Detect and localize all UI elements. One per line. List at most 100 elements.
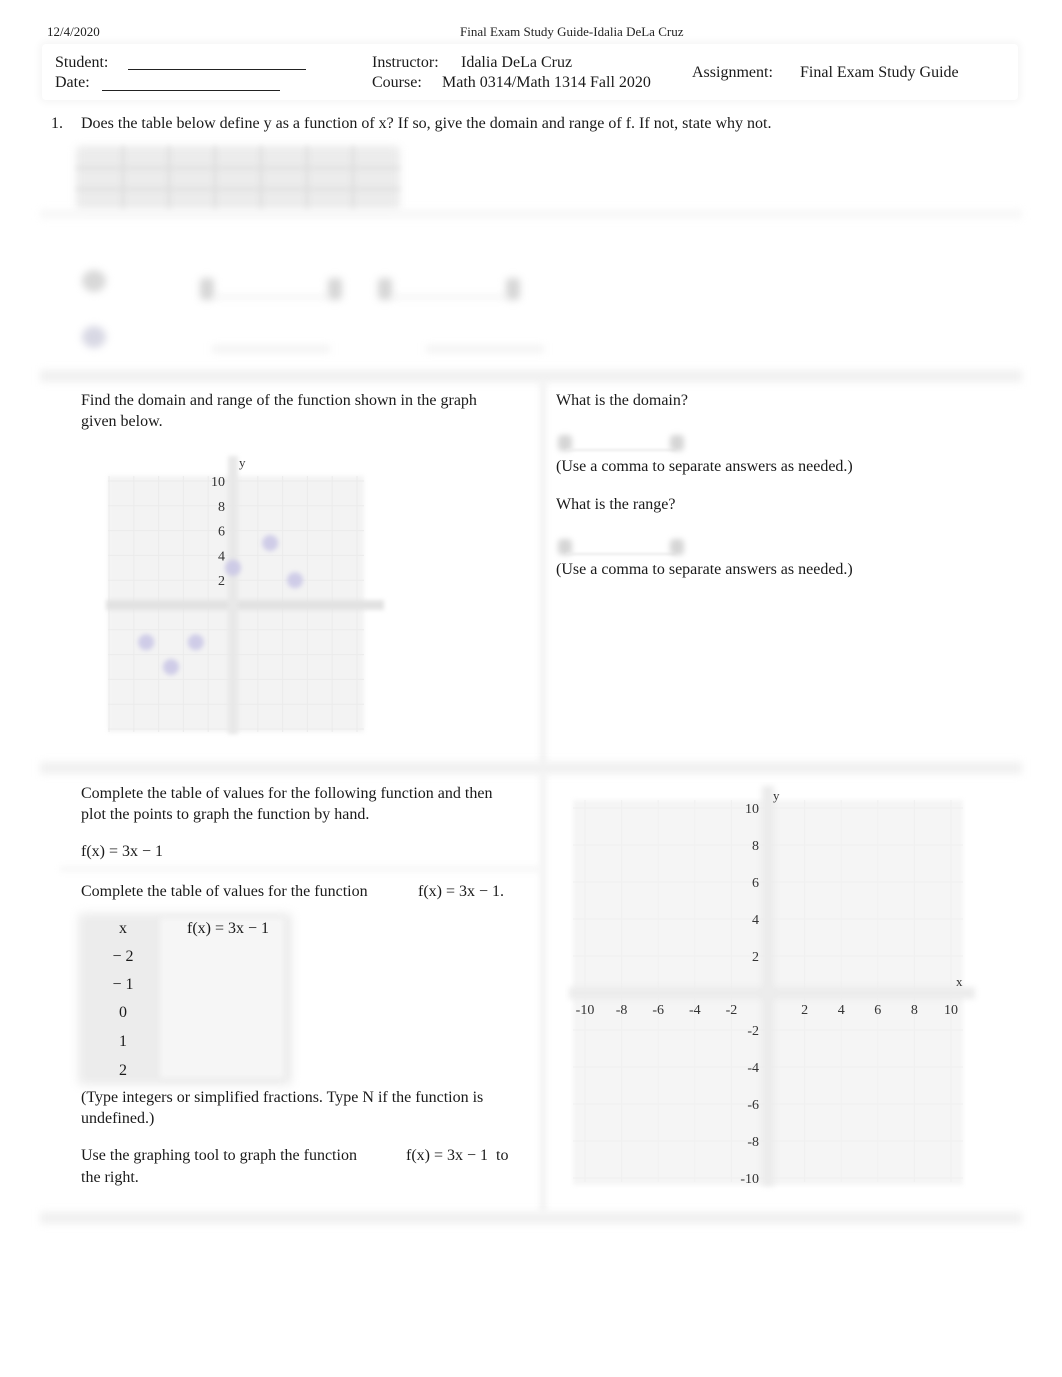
option-a-radio[interactable]	[82, 270, 106, 292]
y-axis	[228, 456, 238, 734]
y-tick-label: 6	[218, 525, 225, 540]
section-divider	[40, 370, 1022, 382]
x-value: 0	[119, 1004, 127, 1021]
x-value: 1	[119, 1033, 127, 1050]
table-row: 1	[80, 1028, 290, 1057]
x-tick-label: 4	[838, 1003, 845, 1018]
data-point	[138, 634, 155, 651]
x-tick-label: -4	[689, 1003, 701, 1018]
data-point	[262, 535, 279, 551]
section-divider	[40, 1212, 1022, 1224]
option-b-radio[interactable]	[82, 326, 106, 348]
question-3-prompt: Complete the table of values for the fol…	[81, 785, 493, 823]
table-prompt: Complete the table of values for the fun…	[81, 883, 368, 900]
x-value: 2	[119, 1062, 127, 1079]
x-tick-label: -2	[726, 1003, 738, 1018]
range-question: What is the range?	[556, 496, 676, 513]
course-value: Math 0314/Math 1314 Fall 2020	[442, 74, 651, 91]
y-tick-label: 2	[752, 950, 759, 965]
course-label: Course:	[372, 74, 422, 91]
student-field[interactable]	[128, 55, 306, 70]
table-row: 0	[80, 999, 290, 1028]
column-header-x: x	[119, 920, 127, 937]
y-axis-label: y	[773, 788, 780, 803]
x-axis-label: x	[956, 974, 963, 989]
value-table: x f(x) = 3x − 1 − 2 − 1 0 1 2	[80, 915, 290, 1085]
graphing-tool[interactable]: y x -10 -8 -6 -4 -2 2 4 6 8 10 10 8 6 4 2 -2 -4 -6 -8 -10	[565, 782, 985, 1192]
data-point	[187, 634, 204, 651]
y-axis-label: y	[239, 455, 246, 470]
option-b-input-2[interactable]	[426, 346, 544, 352]
graph-prompt-end: the right.	[81, 1169, 139, 1186]
graph-function: f(x) = 3x − 1	[406, 1147, 489, 1164]
divider	[60, 866, 540, 872]
print-date: 12/4/2020	[47, 24, 100, 39]
column-header-fx: f(x) = 3x − 1	[186, 920, 270, 937]
function-definition: f(x) = 3x − 1	[81, 843, 164, 860]
y-axis	[762, 786, 774, 1186]
assignment-value: Final Exam Study Guide	[800, 64, 959, 81]
y-tick-label: -2	[747, 1024, 759, 1039]
x-tick-label: -6	[652, 1003, 664, 1018]
data-point	[287, 572, 303, 589]
bracket-left-icon	[200, 278, 214, 300]
divider	[40, 210, 1022, 218]
domain-question: What is the domain?	[556, 392, 688, 409]
date-label: Date:	[55, 74, 90, 91]
question-number: 1.	[51, 115, 63, 132]
instructor-label: Instructor:	[372, 54, 439, 71]
data-point	[225, 559, 241, 576]
instructor-value: Idalia DeLa Cruz	[461, 54, 573, 71]
document-title: Final Exam Study Guide-Idalia DeLa Cruz	[460, 24, 684, 39]
data-point	[163, 659, 179, 675]
y-tick-label: 10	[211, 475, 225, 490]
bracket-right-icon	[670, 435, 684, 451]
function-graph: y 10 8 6 4 2	[106, 455, 384, 734]
table-row: 2	[80, 1057, 290, 1085]
x-tick-label: 2	[801, 1003, 808, 1018]
x-tick-label: 8	[911, 1003, 918, 1018]
date-field[interactable]	[102, 76, 280, 91]
option-b-input-1[interactable]	[212, 346, 330, 352]
x-value: − 2	[112, 948, 134, 965]
x-tick-label: -10	[576, 1003, 595, 1018]
table-header-row: x f(x) = 3x − 1	[80, 915, 290, 943]
table-row: − 2	[80, 943, 290, 971]
domain-answer-input[interactable]	[556, 433, 686, 453]
domain-hint: (Use a comma to separate answers as need…	[556, 458, 853, 475]
bracket-right-icon	[670, 539, 684, 555]
option-a-input-2[interactable]	[392, 296, 506, 298]
y-tick-label: -6	[747, 1098, 759, 1113]
x-tick-label: 6	[874, 1003, 881, 1018]
bracket-right-icon	[506, 278, 520, 300]
range-answer-input[interactable]	[556, 537, 686, 557]
xy-table-grid	[76, 146, 400, 210]
bracket-left-icon	[378, 278, 392, 300]
x-value: − 1	[112, 976, 134, 993]
y-tick-label: 6	[752, 876, 759, 891]
column-divider	[540, 772, 546, 1212]
x-axis	[106, 600, 384, 610]
y-tick-label: -4	[747, 1061, 759, 1076]
table-function: f(x) = 3x − 1.	[418, 883, 505, 900]
student-label: Student:	[55, 54, 109, 71]
y-tick-label: 2	[218, 574, 225, 589]
y-tick-label: 8	[752, 839, 759, 854]
x-tick-label: -8	[616, 1003, 628, 1018]
y-tick-label: 4	[752, 913, 759, 928]
column-divider	[540, 380, 546, 765]
bracket-right-icon	[328, 278, 342, 300]
assignment-label: Assignment:	[692, 64, 773, 81]
y-tick-label: 8	[218, 500, 225, 515]
graph-prompt: Use the graphing tool to graph the funct…	[81, 1147, 357, 1164]
y-tick-label: 10	[745, 802, 759, 817]
question-2-prompt: Find the domain and range of the functio…	[81, 392, 477, 430]
question-1-prompt: Does the table below define y as a funct…	[81, 115, 772, 132]
section-divider	[40, 762, 1022, 774]
y-tick-label: 4	[218, 549, 225, 564]
graph-prompt-to: to	[496, 1147, 509, 1164]
table-row: − 1	[80, 971, 290, 999]
option-a-input-1[interactable]	[214, 296, 328, 298]
y-tick-label: -10	[740, 1172, 759, 1187]
y-tick-label: -8	[747, 1135, 759, 1150]
